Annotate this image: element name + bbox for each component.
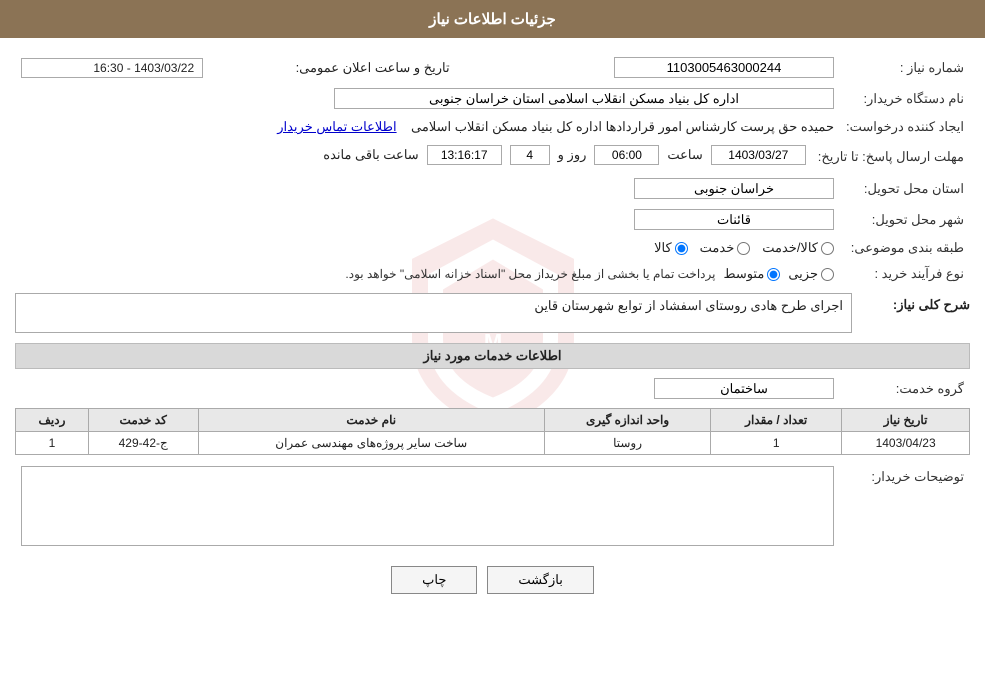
purchase-medium-option[interactable]: متوسط xyxy=(723,266,780,282)
deadline-days-input[interactable] xyxy=(510,145,550,165)
buyer-label: نام دستگاه خریدار: xyxy=(840,85,970,112)
need-number-label: شماره نیاز : xyxy=(840,54,970,81)
category-goods-service-option[interactable]: کالا/خدمت xyxy=(762,240,834,256)
category-label: طبقه بندی موضوعی: xyxy=(840,237,970,259)
deadline-day-label: روز و xyxy=(558,147,587,163)
services-section-title: اطلاعات خدمات مورد نیاز xyxy=(15,343,970,369)
cell-unit: روستا xyxy=(544,432,710,455)
col-service-name: نام خدمت xyxy=(198,409,544,432)
buyer-description-textarea[interactable] xyxy=(21,466,834,546)
category-service-label: خدمت xyxy=(700,240,735,256)
col-service-code: کد خدمت xyxy=(88,409,198,432)
announcement-label: تاریخ و ساعت اعلان عمومی: xyxy=(209,54,455,81)
category-goods-option[interactable]: کالا xyxy=(654,240,688,256)
col-need-date: تاریخ نیاز xyxy=(842,409,970,432)
col-unit: واحد اندازه گیری xyxy=(544,409,710,432)
deadline-time-label: ساعت xyxy=(667,147,702,163)
cell-need-date: 1403/04/23 xyxy=(842,432,970,455)
page-header: جزئیات اطلاعات نیاز xyxy=(0,0,985,38)
province-label: استان محل تحویل: xyxy=(840,175,970,202)
col-quantity: تعداد / مقدار xyxy=(711,409,842,432)
deadline-date-input[interactable] xyxy=(711,145,806,165)
cell-service-name: ساخت سایر پروژه‌های مهندسی عمران xyxy=(198,432,544,455)
deadline-label: مهلت ارسال پاسخ: تا تاریخ: xyxy=(812,142,970,171)
purchase-medium-label: متوسط xyxy=(723,266,764,282)
description-value: اجرای طرح هادی روستای اسفشاد از توابع شه… xyxy=(15,293,852,333)
description-section-label: شرح کلی نیاز: xyxy=(860,293,970,313)
print-button[interactable]: چاپ xyxy=(391,566,477,594)
purchase-label: نوع فرآیند خرید : xyxy=(840,263,970,285)
cell-row-num: 1 xyxy=(16,432,89,455)
creator-value: حمیده حق پرست کارشناس امور قراردادها ادا… xyxy=(411,119,834,134)
need-number-input[interactable] xyxy=(614,57,834,78)
announcement-value: 1403/03/22 - 16:30 xyxy=(21,58,203,78)
deadline-time-input[interactable] xyxy=(594,145,659,165)
table-row: 1403/04/23 1 روستا ساخت سایر پروژه‌های م… xyxy=(16,432,970,455)
service-group-input[interactable] xyxy=(654,378,834,399)
category-goods-label: کالا xyxy=(654,240,672,256)
service-group-label: گروه خدمت: xyxy=(840,375,970,402)
buyer-input[interactable] xyxy=(334,88,834,109)
category-goods-service-label: کالا/خدمت xyxy=(762,240,818,256)
deadline-remaining-label: ساعت باقی مانده xyxy=(323,147,418,163)
purchase-partial-option[interactable]: جزیی xyxy=(788,266,834,282)
cell-quantity: 1 xyxy=(711,432,842,455)
category-service-option[interactable]: خدمت xyxy=(700,240,751,256)
province-input[interactable] xyxy=(634,178,834,199)
purchase-note: پرداخت تمام یا بخشی از مبلغ خریداز محل "… xyxy=(345,267,715,281)
deadline-remaining-input[interactable] xyxy=(427,145,502,165)
cell-service-code: ج-42-429 xyxy=(88,432,198,455)
page-title: جزئیات اطلاعات نیاز xyxy=(429,11,556,28)
back-button[interactable]: بازگشت xyxy=(487,566,593,594)
col-row-num: ردیف xyxy=(16,409,89,432)
creator-label: ایجاد کننده درخواست: xyxy=(840,116,970,138)
buyer-description-label: توضیحات خریدار: xyxy=(840,463,970,552)
city-label: شهر محل تحویل: xyxy=(840,206,970,233)
city-input[interactable] xyxy=(634,209,834,230)
contact-link[interactable]: اطلاعات تماس خریدار xyxy=(277,119,396,134)
purchase-partial-label: جزیی xyxy=(788,266,818,282)
